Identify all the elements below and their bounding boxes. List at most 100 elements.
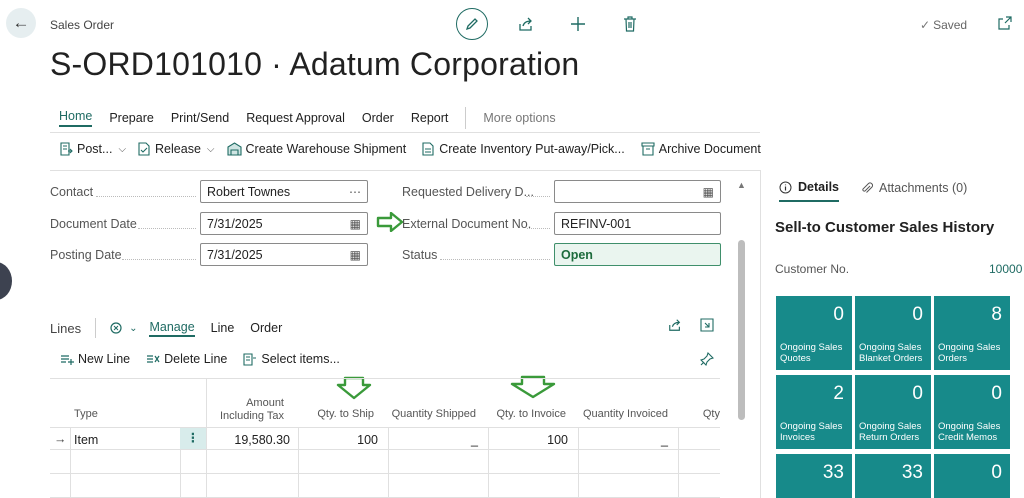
calendar-icon[interactable]: ▦ bbox=[350, 217, 361, 231]
lines-tab-line[interactable]: Line bbox=[211, 321, 235, 335]
open-in-new-icon bbox=[998, 16, 1012, 30]
contact-field[interactable]: Robert Townes ⋯ bbox=[200, 180, 368, 203]
side-handle[interactable] bbox=[0, 262, 12, 300]
open-new-window-button[interactable] bbox=[998, 16, 1012, 33]
requested-delivery-field[interactable]: ▦ bbox=[554, 180, 721, 203]
tab-request-approval[interactable]: Request Approval bbox=[246, 111, 345, 125]
more-options-icon[interactable]: ⋯ bbox=[349, 185, 361, 199]
posting-date-field[interactable]: 7/31/2025 ▦ bbox=[200, 243, 368, 266]
tab-divider bbox=[465, 107, 467, 129]
new-button[interactable] bbox=[552, 16, 604, 32]
tab-home[interactable]: Home bbox=[59, 109, 93, 127]
archive-document-button[interactable]: Archive Document bbox=[641, 142, 761, 156]
cell-quantity-invoiced[interactable]: _ bbox=[578, 433, 668, 447]
lines-share-button[interactable] bbox=[668, 318, 682, 335]
column-header-amount[interactable]: Amount Including Tax bbox=[210, 397, 284, 423]
share-icon bbox=[669, 319, 681, 331]
posting-date-leader bbox=[122, 259, 196, 260]
cell-amount[interactable]: 19,580.30 bbox=[206, 433, 290, 447]
post-label: Post... bbox=[77, 142, 113, 156]
lines-grid: Type Amount Including Tax Qty. to Ship Q… bbox=[50, 378, 720, 498]
cell-quantity-shipped[interactable]: _ bbox=[388, 433, 478, 447]
back-button[interactable]: ← bbox=[6, 8, 36, 38]
contact-value: Robert Townes bbox=[207, 185, 291, 199]
create-inventory-putaway-button[interactable]: Create Inventory Put-away/Pick... bbox=[422, 142, 625, 156]
document-icon bbox=[422, 142, 434, 156]
tab-order[interactable]: Order bbox=[362, 111, 394, 125]
tile-value: 0 bbox=[833, 304, 844, 325]
delete-line-button[interactable]: Delete Line bbox=[146, 352, 227, 366]
lines-title: Lines bbox=[50, 320, 82, 336]
column-header-quantity-invoiced[interactable]: Quantity Invoiced bbox=[574, 408, 668, 421]
grid-header-divider bbox=[50, 427, 720, 428]
tile-ongoing-sales-credit-memos[interactable]: 0 Ongoing Sales Credit Memos bbox=[934, 375, 1010, 449]
tile-ongoing-sales-orders[interactable]: 8 Ongoing Sales Orders bbox=[934, 296, 1010, 370]
tile-ongoing-sales-quotes[interactable]: 0 Ongoing Sales Quotes bbox=[776, 296, 852, 370]
column-header-type[interactable]: Type bbox=[74, 408, 98, 421]
tile-row3-col2[interactable]: 33 bbox=[855, 454, 931, 498]
tile-label: Invoices bbox=[780, 432, 815, 443]
tile-value: 33 bbox=[901, 462, 923, 483]
cell-qty-to-invoice[interactable]: 100 bbox=[488, 433, 568, 447]
column-header-amount-line1: Amount bbox=[246, 397, 284, 409]
tile-ongoing-sales-invoices[interactable]: 2 Ongoing Sales Invoices bbox=[776, 375, 852, 449]
column-header-qty-to-ship[interactable]: Qty. to Ship bbox=[294, 408, 374, 421]
scroll-thumb[interactable] bbox=[738, 240, 745, 420]
lines-tab-order[interactable]: Order bbox=[250, 321, 282, 335]
tile-ongoing-sales-blanket-orders[interactable]: 0 Ongoing Sales Blanket Orders bbox=[855, 296, 931, 370]
new-line-button[interactable]: New Line bbox=[60, 352, 130, 366]
calendar-icon[interactable]: ▦ bbox=[703, 185, 714, 199]
lines-tab-manage[interactable]: Manage bbox=[149, 320, 195, 337]
release-chevron-down-icon[interactable]: ⌵ bbox=[207, 144, 215, 155]
cell-qty-to-ship[interactable]: 100 bbox=[298, 433, 378, 447]
select-items-button[interactable]: Select items... bbox=[243, 352, 340, 366]
grid-col-divider bbox=[70, 427, 71, 498]
tab-attachments[interactable]: Attachments (0) bbox=[861, 181, 967, 201]
row-selector-arrow-icon[interactable]: → bbox=[54, 432, 67, 446]
lines-personalize-button[interactable] bbox=[699, 351, 715, 369]
tab-prepare[interactable]: Prepare bbox=[109, 111, 153, 125]
cell-type[interactable]: Item bbox=[74, 433, 98, 447]
column-header-qty-to-invoice[interactable]: Qty. to Invoice bbox=[480, 408, 567, 421]
column-header-quantity-shipped[interactable]: Quantity Shipped bbox=[380, 408, 476, 421]
release-button[interactable]: Release bbox=[138, 142, 201, 156]
column-header-qty[interactable]: Qty bbox=[680, 408, 720, 421]
tile-row3-col3[interactable]: 0 bbox=[934, 454, 1010, 498]
toolbar-divider bbox=[50, 170, 760, 171]
page-scrollbar[interactable]: ▲ bbox=[737, 180, 746, 498]
tile-row3-col1[interactable]: 33 bbox=[776, 454, 852, 498]
factbox-title: Sell-to Customer Sales History bbox=[775, 219, 995, 236]
tab-attachments-label: Attachments (0) bbox=[879, 181, 968, 195]
edit-button[interactable] bbox=[456, 8, 488, 40]
expand-icon bbox=[700, 318, 714, 332]
plus-icon bbox=[571, 17, 585, 31]
customer-no-link[interactable]: 10000 bbox=[989, 262, 1022, 276]
pencil-icon bbox=[465, 18, 478, 31]
lines-divider bbox=[95, 318, 97, 338]
tile-ongoing-sales-return-orders[interactable]: 0 Ongoing Sales Return Orders bbox=[855, 375, 931, 449]
scroll-up-icon[interactable]: ▲ bbox=[737, 180, 746, 190]
document-date-field[interactable]: 7/31/2025 ▦ bbox=[200, 212, 368, 235]
tab-report[interactable]: Report bbox=[411, 111, 449, 125]
top-actions bbox=[456, 8, 656, 40]
lines-view-button[interactable]: ⌄ bbox=[110, 321, 137, 335]
factbox-divider bbox=[760, 170, 761, 498]
external-document-field[interactable]: REFINV-001 bbox=[554, 212, 721, 235]
tab-more-options[interactable]: More options bbox=[483, 111, 555, 125]
calendar-icon[interactable]: ▦ bbox=[350, 248, 361, 262]
tile-label: Blanket Orders bbox=[859, 353, 923, 364]
row-actions-button[interactable]: ⋮ bbox=[180, 428, 206, 449]
contact-leader bbox=[96, 196, 196, 197]
create-warehouse-shipment-button[interactable]: Create Warehouse Shipment bbox=[226, 142, 406, 156]
share-button[interactable] bbox=[500, 16, 552, 32]
delete-button[interactable] bbox=[604, 16, 656, 32]
tile-value: 8 bbox=[991, 304, 1002, 325]
tab-details-label: Details bbox=[798, 180, 839, 194]
tab-details[interactable]: Details bbox=[779, 180, 839, 202]
post-chevron-down-icon[interactable]: ⌵ bbox=[118, 144, 126, 155]
select-items-label: Select items... bbox=[261, 352, 340, 366]
tab-print-send[interactable]: Print/Send bbox=[171, 111, 229, 125]
action-tabs: Home Prepare Print/Send Request Approval… bbox=[59, 107, 573, 129]
post-button[interactable]: Post... bbox=[60, 142, 112, 156]
lines-expand-button[interactable] bbox=[700, 318, 714, 335]
